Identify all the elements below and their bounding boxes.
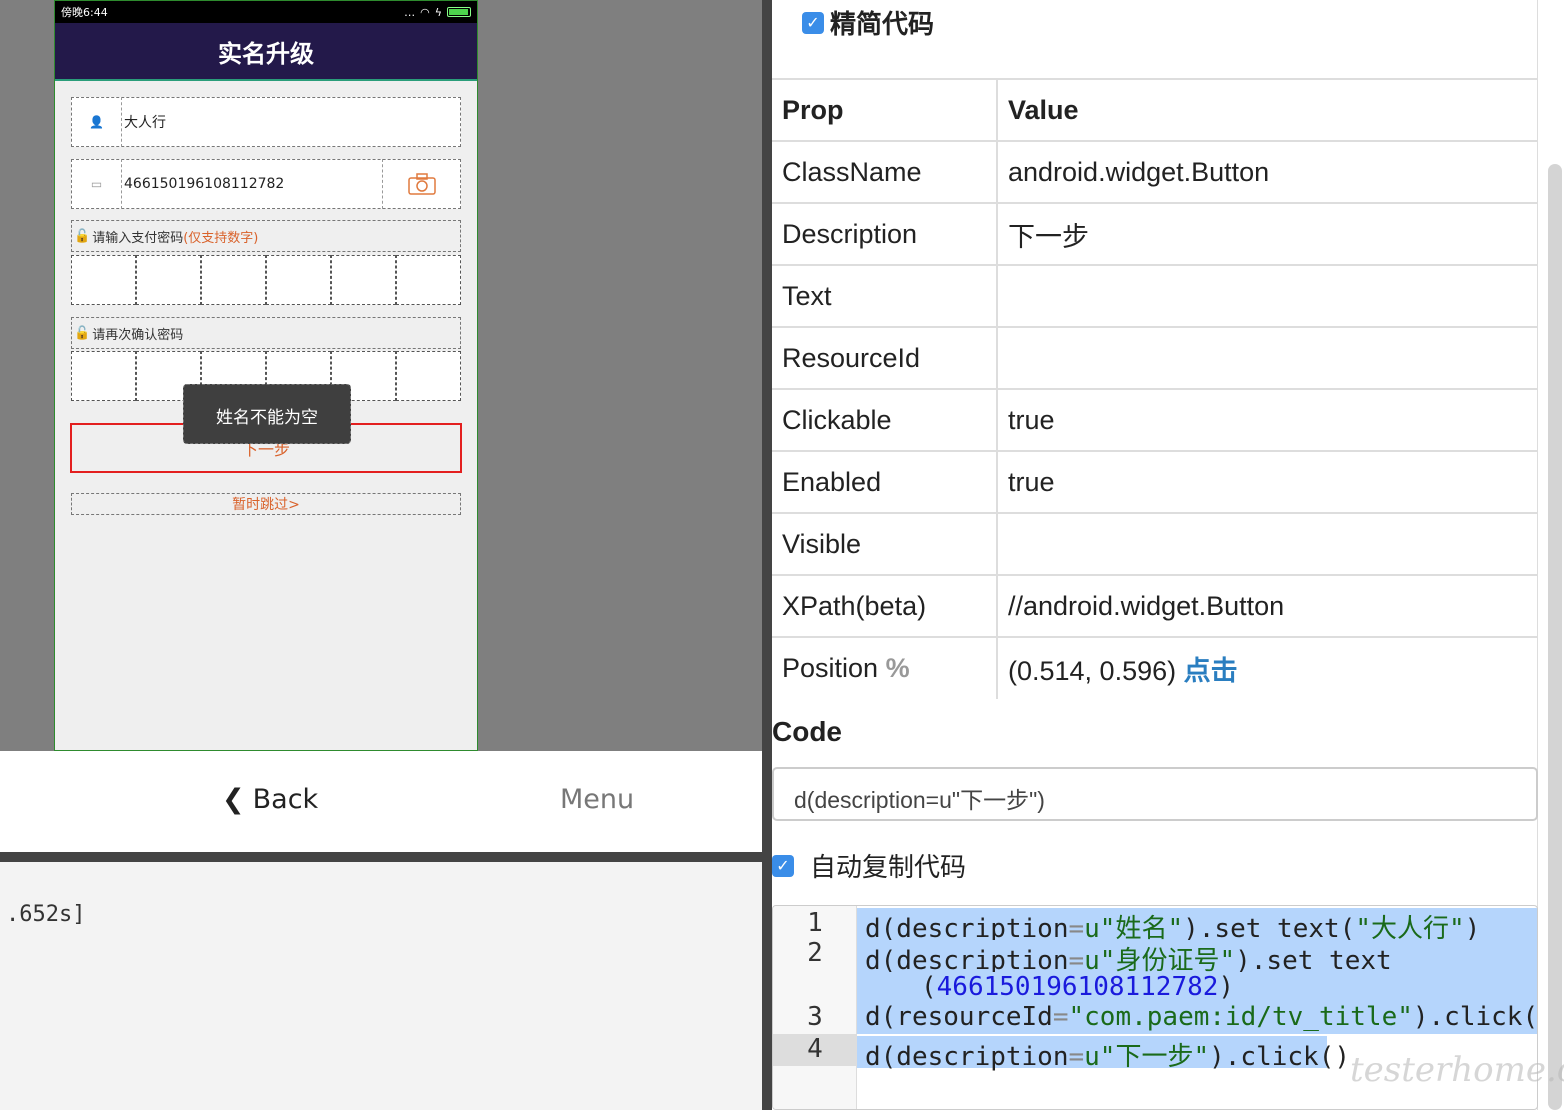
skip-link[interactable]: 暂时跳过> — [71, 493, 461, 515]
scrollbar[interactable] — [1548, 164, 1562, 1110]
pw-cell[interactable] — [266, 255, 331, 305]
position-value: (0.514, 0.596) — [1008, 656, 1177, 686]
watermark-logo: testerhome.com — [1350, 1050, 1564, 1090]
panel-divider — [0, 852, 762, 862]
percent-icon: % — [885, 653, 910, 683]
wifi-icon: ◠ — [420, 5, 430, 19]
back-label: Back — [252, 784, 319, 815]
lock-icon: 🔓 — [74, 228, 91, 244]
confirm-password-label: 🔓 请再次确认密码 — [71, 317, 461, 349]
pw-cell[interactable] — [71, 351, 136, 401]
table-row: ClassName android.widget.Button — [772, 140, 1538, 203]
toast-message: 姓名不能为空 — [183, 384, 351, 444]
prop-name: Description — [772, 202, 998, 265]
pay-password-text: 请输入支付密码 — [92, 230, 184, 246]
table-row: Clickable true — [772, 388, 1538, 451]
prop-value: 下一步 — [997, 202, 1538, 265]
position-label: Position — [782, 653, 879, 683]
battery-icon — [447, 7, 471, 17]
prop-name: Enabled — [772, 450, 998, 513]
lock-icon: 🔓 — [74, 325, 91, 341]
simplify-code-label: 精简代码 — [830, 10, 935, 40]
pw-cell[interactable] — [71, 255, 136, 305]
prop-value — [997, 512, 1538, 575]
bottom-nav — [0, 751, 762, 852]
code-line-wrap: (466150196108112782) — [857, 972, 1537, 1004]
console-output: .652s] — [0, 862, 762, 1110]
prop-name: XPath(beta) — [772, 574, 998, 637]
table-row: Position % (0.514, 0.596) 点击 — [772, 636, 1538, 699]
back-button[interactable]: ❮ Back — [222, 784, 318, 815]
id-number-value: 466150196108112782 — [124, 176, 285, 192]
prop-value: android.widget.Button — [997, 140, 1538, 203]
auto-copy-label: 自动复制代码 — [810, 853, 967, 883]
prop-value: //android.widget.Button — [997, 574, 1538, 637]
simplify-code-toggle[interactable]: ✓ 精简代码 — [802, 4, 934, 41]
table-row: ResourceId — [772, 326, 1538, 389]
code-line: d(description=u"下一步").click() — [857, 1036, 1350, 1072]
id-card-icon: ▭ — [72, 159, 122, 209]
table-row: XPath(beta)//android.widget.Button — [772, 574, 1538, 637]
code-input[interactable]: d(description=u"下一步") — [772, 767, 1538, 821]
table-header: Prop Value — [772, 78, 1538, 141]
line-number: 2 — [807, 938, 823, 968]
code-line: d(resourceId="com.paem:id/tv_title").cli… — [857, 1002, 1537, 1034]
table-row: Description 下一步 — [772, 202, 1538, 265]
camera-icon[interactable] — [382, 159, 460, 209]
auto-copy-toggle[interactable]: ✓ 自动复制代码 — [772, 847, 966, 884]
menu-button[interactable]: Menu — [560, 784, 634, 815]
code-heading: Code — [772, 716, 842, 747]
id-number-field[interactable]: ▭ 466150196108112782 — [71, 159, 461, 209]
prop-value: (0.514, 0.596) 点击 — [997, 636, 1538, 699]
pw-cell[interactable] — [201, 255, 266, 305]
pay-password-label: 🔓 请输入支付密码 (仅支持数字) — [71, 220, 461, 252]
pw-cell[interactable] — [396, 255, 461, 305]
table-row: Text — [772, 264, 1538, 327]
signal-icon: … — [404, 5, 416, 19]
pay-password-input[interactable] — [71, 255, 461, 305]
pw-cell[interactable] — [136, 255, 201, 305]
prop-name: Visible — [772, 512, 998, 575]
code-line: d(description=u"身份证号").set_text — [857, 940, 1537, 976]
prop-value — [997, 326, 1538, 389]
prop-value: true — [997, 388, 1538, 451]
header-prop: Prop — [772, 78, 998, 141]
prop-name: ResourceId — [772, 326, 998, 389]
confirm-password-text: 请再次确认密码 — [92, 327, 184, 343]
table-row: Visible — [772, 512, 1538, 575]
status-time: 傍晚6:44 — [61, 6, 108, 19]
line-number: 3 — [807, 1002, 823, 1032]
device-screen[interactable]: 傍晚6:44 … ◠ ϟ 实名升级 👤 大人行 ▭ 46615019610811… — [54, 0, 478, 751]
chevron-left-icon: ❮ — [222, 784, 245, 815]
name-value: 大人行 — [124, 115, 166, 131]
checkbox-icon[interactable]: ✓ — [802, 11, 824, 34]
charging-icon: ϟ — [434, 5, 442, 19]
pw-cell[interactable] — [396, 351, 461, 401]
status-bar: 傍晚6:44 … ◠ ϟ — [55, 1, 477, 23]
code-line: d(description=u"姓名").set_text("大人行") — [857, 908, 1537, 944]
prop-name: Position % — [772, 636, 998, 699]
prop-value — [997, 264, 1538, 327]
app-title: 实名升级 — [55, 23, 477, 81]
pay-password-hint: (仅支持数字) — [183, 230, 259, 246]
header-value: Value — [997, 78, 1538, 141]
prop-name: Text — [772, 264, 998, 327]
line-number-active: 4 — [773, 1034, 857, 1066]
vertical-splitter[interactable] — [762, 0, 772, 1110]
table-row: Enabled true — [772, 450, 1538, 513]
pw-cell[interactable] — [331, 255, 396, 305]
prop-value: true — [997, 450, 1538, 513]
checkbox-icon[interactable]: ✓ — [772, 854, 794, 877]
name-field[interactable]: 👤 大人行 — [71, 97, 461, 147]
prop-name: Clickable — [772, 388, 998, 451]
prop-name: ClassName — [772, 140, 998, 203]
inspector-panel: ✓ 精简代码 Prop Value ClassName android.widge… — [772, 0, 1538, 1110]
properties-table: Prop Value ClassName android.widget.Butto… — [772, 78, 1538, 699]
line-number: 1 — [807, 908, 823, 938]
click-link[interactable]: 点击 — [1184, 656, 1238, 686]
person-icon: 👤 — [72, 97, 122, 147]
